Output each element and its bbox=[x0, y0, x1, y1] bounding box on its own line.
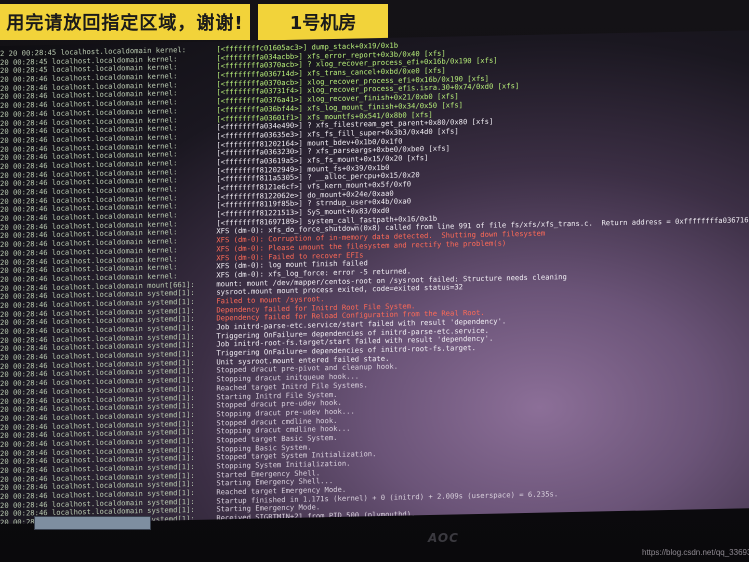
photo-frame: 用完请放回指定区域，谢谢! 1号机房 2 20 00:28:45 localho… bbox=[0, 0, 749, 562]
monitor-screen: 2 20 00:28:45 localhost.localdomain kern… bbox=[0, 30, 749, 524]
status-bar bbox=[34, 516, 151, 530]
sign-right-text: 1号机房 bbox=[289, 13, 357, 34]
status-bar-text bbox=[38, 520, 42, 527]
sign-left-text: 用完请放回指定区域，谢谢! bbox=[6, 13, 244, 34]
lab-sign-left: 用完请放回指定区域，谢谢! bbox=[0, 4, 250, 40]
monitor-brand-logo: AOC bbox=[428, 531, 459, 545]
lab-sign-right: 1号机房 bbox=[258, 4, 388, 40]
boot-log: 2 20 00:28:45 localhost.localdomain kern… bbox=[0, 34, 749, 524]
watermark-text: https://blog.csdn.net/qq_33693815 bbox=[642, 548, 749, 557]
